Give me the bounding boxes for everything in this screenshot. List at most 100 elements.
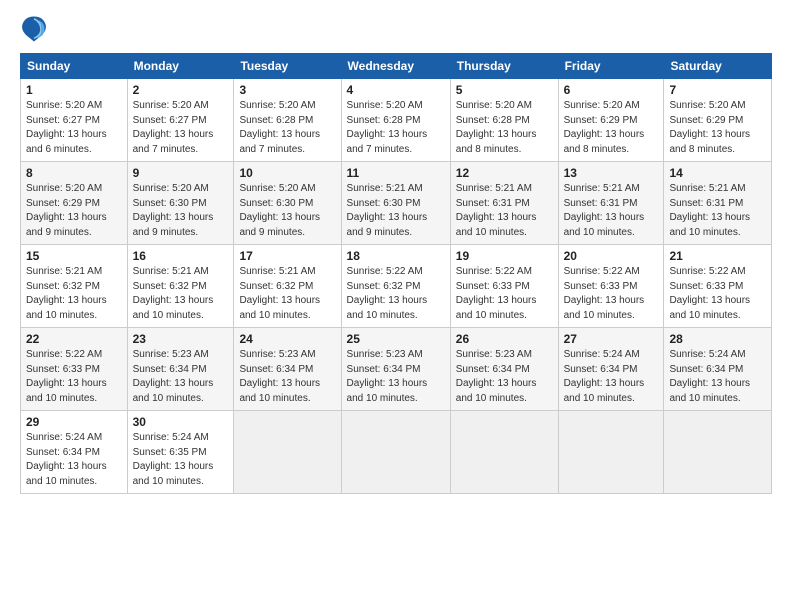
day-detail: Sunrise: 5:22 AM Sunset: 6:33 PM Dayligh… — [26, 348, 122, 406]
calendar-header-saturday: Saturday — [664, 54, 772, 79]
day-detail: Sunrise: 5:20 AM Sunset: 6:30 PM Dayligh… — [239, 182, 335, 240]
calendar-cell: 17 Sunrise: 5:21 AM Sunset: 6:32 PM Dayl… — [234, 245, 341, 328]
calendar-header-wednesday: Wednesday — [341, 54, 450, 79]
day-detail: Sunrise: 5:24 AM Sunset: 6:34 PM Dayligh… — [26, 431, 122, 489]
day-number: 26 — [456, 332, 553, 346]
calendar-cell: 12 Sunrise: 5:21 AM Sunset: 6:31 PM Dayl… — [450, 162, 558, 245]
day-detail: Sunrise: 5:22 AM Sunset: 6:33 PM Dayligh… — [456, 265, 553, 323]
day-detail: Sunrise: 5:22 AM Sunset: 6:33 PM Dayligh… — [669, 265, 766, 323]
calendar-cell: 15 Sunrise: 5:21 AM Sunset: 6:32 PM Dayl… — [21, 245, 128, 328]
day-number: 9 — [133, 166, 229, 180]
day-number: 23 — [133, 332, 229, 346]
day-number: 2 — [133, 83, 229, 97]
day-detail: Sunrise: 5:20 AM Sunset: 6:29 PM Dayligh… — [564, 99, 659, 157]
header — [20, 15, 772, 43]
day-detail: Sunrise: 5:21 AM Sunset: 6:32 PM Dayligh… — [133, 265, 229, 323]
day-number: 20 — [564, 249, 659, 263]
day-detail: Sunrise: 5:20 AM Sunset: 6:29 PM Dayligh… — [669, 99, 766, 157]
day-number: 14 — [669, 166, 766, 180]
day-number: 27 — [564, 332, 659, 346]
day-detail: Sunrise: 5:22 AM Sunset: 6:32 PM Dayligh… — [347, 265, 445, 323]
calendar-cell: 24 Sunrise: 5:23 AM Sunset: 6:34 PM Dayl… — [234, 328, 341, 411]
day-detail: Sunrise: 5:23 AM Sunset: 6:34 PM Dayligh… — [347, 348, 445, 406]
day-number: 6 — [564, 83, 659, 97]
day-number: 24 — [239, 332, 335, 346]
day-number: 25 — [347, 332, 445, 346]
calendar-cell: 19 Sunrise: 5:22 AM Sunset: 6:33 PM Dayl… — [450, 245, 558, 328]
logo-icon — [20, 15, 48, 43]
day-number: 11 — [347, 166, 445, 180]
day-number: 7 — [669, 83, 766, 97]
day-number: 21 — [669, 249, 766, 263]
calendar-cell: 4 Sunrise: 5:20 AM Sunset: 6:28 PM Dayli… — [341, 79, 450, 162]
calendar-cell — [234, 411, 341, 494]
calendar-cell: 13 Sunrise: 5:21 AM Sunset: 6:31 PM Dayl… — [558, 162, 664, 245]
calendar-cell: 25 Sunrise: 5:23 AM Sunset: 6:34 PM Dayl… — [341, 328, 450, 411]
day-detail: Sunrise: 5:24 AM Sunset: 6:35 PM Dayligh… — [133, 431, 229, 489]
calendar-week-3: 15 Sunrise: 5:21 AM Sunset: 6:32 PM Dayl… — [21, 245, 772, 328]
calendar-week-5: 29 Sunrise: 5:24 AM Sunset: 6:34 PM Dayl… — [21, 411, 772, 494]
day-detail: Sunrise: 5:21 AM Sunset: 6:32 PM Dayligh… — [26, 265, 122, 323]
calendar-cell: 16 Sunrise: 5:21 AM Sunset: 6:32 PM Dayl… — [127, 245, 234, 328]
day-number: 18 — [347, 249, 445, 263]
calendar-cell — [664, 411, 772, 494]
calendar-header-friday: Friday — [558, 54, 664, 79]
calendar-cell: 20 Sunrise: 5:22 AM Sunset: 6:33 PM Dayl… — [558, 245, 664, 328]
calendar-cell: 1 Sunrise: 5:20 AM Sunset: 6:27 PM Dayli… — [21, 79, 128, 162]
calendar-header-thursday: Thursday — [450, 54, 558, 79]
day-number: 4 — [347, 83, 445, 97]
day-detail: Sunrise: 5:23 AM Sunset: 6:34 PM Dayligh… — [239, 348, 335, 406]
day-detail: Sunrise: 5:20 AM Sunset: 6:28 PM Dayligh… — [347, 99, 445, 157]
day-detail: Sunrise: 5:23 AM Sunset: 6:34 PM Dayligh… — [133, 348, 229, 406]
day-number: 22 — [26, 332, 122, 346]
day-detail: Sunrise: 5:20 AM Sunset: 6:27 PM Dayligh… — [133, 99, 229, 157]
day-number: 19 — [456, 249, 553, 263]
calendar-week-1: 1 Sunrise: 5:20 AM Sunset: 6:27 PM Dayli… — [21, 79, 772, 162]
calendar-cell: 23 Sunrise: 5:23 AM Sunset: 6:34 PM Dayl… — [127, 328, 234, 411]
day-detail: Sunrise: 5:21 AM Sunset: 6:31 PM Dayligh… — [669, 182, 766, 240]
calendar-cell: 8 Sunrise: 5:20 AM Sunset: 6:29 PM Dayli… — [21, 162, 128, 245]
day-detail: Sunrise: 5:24 AM Sunset: 6:34 PM Dayligh… — [669, 348, 766, 406]
day-detail: Sunrise: 5:20 AM Sunset: 6:28 PM Dayligh… — [456, 99, 553, 157]
day-detail: Sunrise: 5:23 AM Sunset: 6:34 PM Dayligh… — [456, 348, 553, 406]
day-number: 28 — [669, 332, 766, 346]
calendar-cell: 3 Sunrise: 5:20 AM Sunset: 6:28 PM Dayli… — [234, 79, 341, 162]
calendar-table: SundayMondayTuesdayWednesdayThursdayFrid… — [20, 53, 772, 494]
page: SundayMondayTuesdayWednesdayThursdayFrid… — [0, 0, 792, 612]
calendar-cell: 26 Sunrise: 5:23 AM Sunset: 6:34 PM Dayl… — [450, 328, 558, 411]
calendar-cell: 11 Sunrise: 5:21 AM Sunset: 6:30 PM Dayl… — [341, 162, 450, 245]
calendar-cell: 27 Sunrise: 5:24 AM Sunset: 6:34 PM Dayl… — [558, 328, 664, 411]
calendar-header-row: SundayMondayTuesdayWednesdayThursdayFrid… — [21, 54, 772, 79]
calendar-cell: 18 Sunrise: 5:22 AM Sunset: 6:32 PM Dayl… — [341, 245, 450, 328]
calendar-header-tuesday: Tuesday — [234, 54, 341, 79]
calendar-cell: 29 Sunrise: 5:24 AM Sunset: 6:34 PM Dayl… — [21, 411, 128, 494]
day-detail: Sunrise: 5:20 AM Sunset: 6:30 PM Dayligh… — [133, 182, 229, 240]
calendar-cell: 30 Sunrise: 5:24 AM Sunset: 6:35 PM Dayl… — [127, 411, 234, 494]
day-detail: Sunrise: 5:21 AM Sunset: 6:31 PM Dayligh… — [456, 182, 553, 240]
calendar-cell: 22 Sunrise: 5:22 AM Sunset: 6:33 PM Dayl… — [21, 328, 128, 411]
day-number: 8 — [26, 166, 122, 180]
calendar-cell: 14 Sunrise: 5:21 AM Sunset: 6:31 PM Dayl… — [664, 162, 772, 245]
day-detail: Sunrise: 5:24 AM Sunset: 6:34 PM Dayligh… — [564, 348, 659, 406]
logo — [20, 15, 52, 43]
calendar-cell: 2 Sunrise: 5:20 AM Sunset: 6:27 PM Dayli… — [127, 79, 234, 162]
calendar-header-sunday: Sunday — [21, 54, 128, 79]
day-detail: Sunrise: 5:20 AM Sunset: 6:28 PM Dayligh… — [239, 99, 335, 157]
calendar-cell: 5 Sunrise: 5:20 AM Sunset: 6:28 PM Dayli… — [450, 79, 558, 162]
calendar-cell — [341, 411, 450, 494]
calendar-header-monday: Monday — [127, 54, 234, 79]
day-detail: Sunrise: 5:22 AM Sunset: 6:33 PM Dayligh… — [564, 265, 659, 323]
calendar-week-2: 8 Sunrise: 5:20 AM Sunset: 6:29 PM Dayli… — [21, 162, 772, 245]
calendar-cell — [450, 411, 558, 494]
calendar-cell: 21 Sunrise: 5:22 AM Sunset: 6:33 PM Dayl… — [664, 245, 772, 328]
day-detail: Sunrise: 5:20 AM Sunset: 6:29 PM Dayligh… — [26, 182, 122, 240]
calendar-cell: 7 Sunrise: 5:20 AM Sunset: 6:29 PM Dayli… — [664, 79, 772, 162]
day-number: 1 — [26, 83, 122, 97]
day-number: 10 — [239, 166, 335, 180]
calendar-cell: 9 Sunrise: 5:20 AM Sunset: 6:30 PM Dayli… — [127, 162, 234, 245]
calendar-week-4: 22 Sunrise: 5:22 AM Sunset: 6:33 PM Dayl… — [21, 328, 772, 411]
day-detail: Sunrise: 5:21 AM Sunset: 6:32 PM Dayligh… — [239, 265, 335, 323]
day-number: 17 — [239, 249, 335, 263]
day-number: 15 — [26, 249, 122, 263]
day-number: 13 — [564, 166, 659, 180]
